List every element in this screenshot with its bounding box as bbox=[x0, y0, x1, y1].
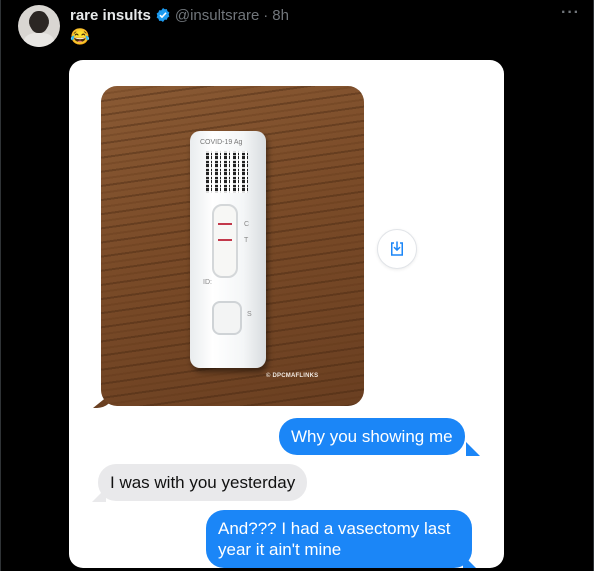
mark-c: C bbox=[244, 221, 250, 228]
more-options-button[interactable]: ··· bbox=[561, 4, 580, 22]
tweet-frame: rare insults @insultsrare · 8h ··· 😂 COV… bbox=[0, 0, 594, 571]
photo-watermark: © DPCMAFLINKS bbox=[266, 373, 319, 379]
message-sent-1[interactable]: Why you showing me bbox=[279, 418, 465, 455]
photo-message[interactable]: COVID-19 Ag C T ID: S © DPCMAFLINKS bbox=[101, 86, 364, 406]
mark-s: S bbox=[247, 311, 252, 318]
download-icon[interactable] bbox=[377, 229, 417, 269]
device-label: COVID-19 Ag bbox=[200, 139, 243, 146]
sent-bubble-tail bbox=[466, 442, 480, 456]
display-name[interactable]: rare insults bbox=[70, 7, 151, 24]
media-image[interactable]: COVID-19 Ag C T ID: S © DPCMAFLINKS Why … bbox=[69, 60, 504, 568]
qr-code-pattern bbox=[206, 151, 248, 193]
test-line bbox=[218, 239, 232, 241]
separator-dot: · bbox=[263, 6, 269, 24]
avatar-shirt bbox=[24, 33, 54, 47]
sample-well bbox=[212, 301, 242, 335]
timestamp[interactable]: 8h bbox=[272, 7, 289, 24]
mark-id: ID: bbox=[203, 279, 212, 286]
handle[interactable]: @insultsrare bbox=[175, 7, 259, 24]
tweet-text: 😂 bbox=[70, 29, 90, 46]
tweet-left-border bbox=[0, 0, 1, 571]
result-window bbox=[212, 204, 238, 278]
tweet-header: rare insults @insultsrare · 8h bbox=[70, 5, 289, 25]
mark-t: T bbox=[244, 237, 249, 244]
message-received-1[interactable]: I was with you yesterday bbox=[98, 464, 308, 501]
covid-test-device: COVID-19 Ag C T ID: S bbox=[190, 131, 266, 368]
avatar[interactable] bbox=[18, 5, 60, 47]
verified-badge-icon[interactable] bbox=[155, 7, 171, 23]
avatar-face bbox=[30, 11, 48, 33]
control-line bbox=[218, 223, 232, 225]
message-sent-2[interactable]: And??? I had a vasectomy last year it ai… bbox=[206, 510, 472, 568]
